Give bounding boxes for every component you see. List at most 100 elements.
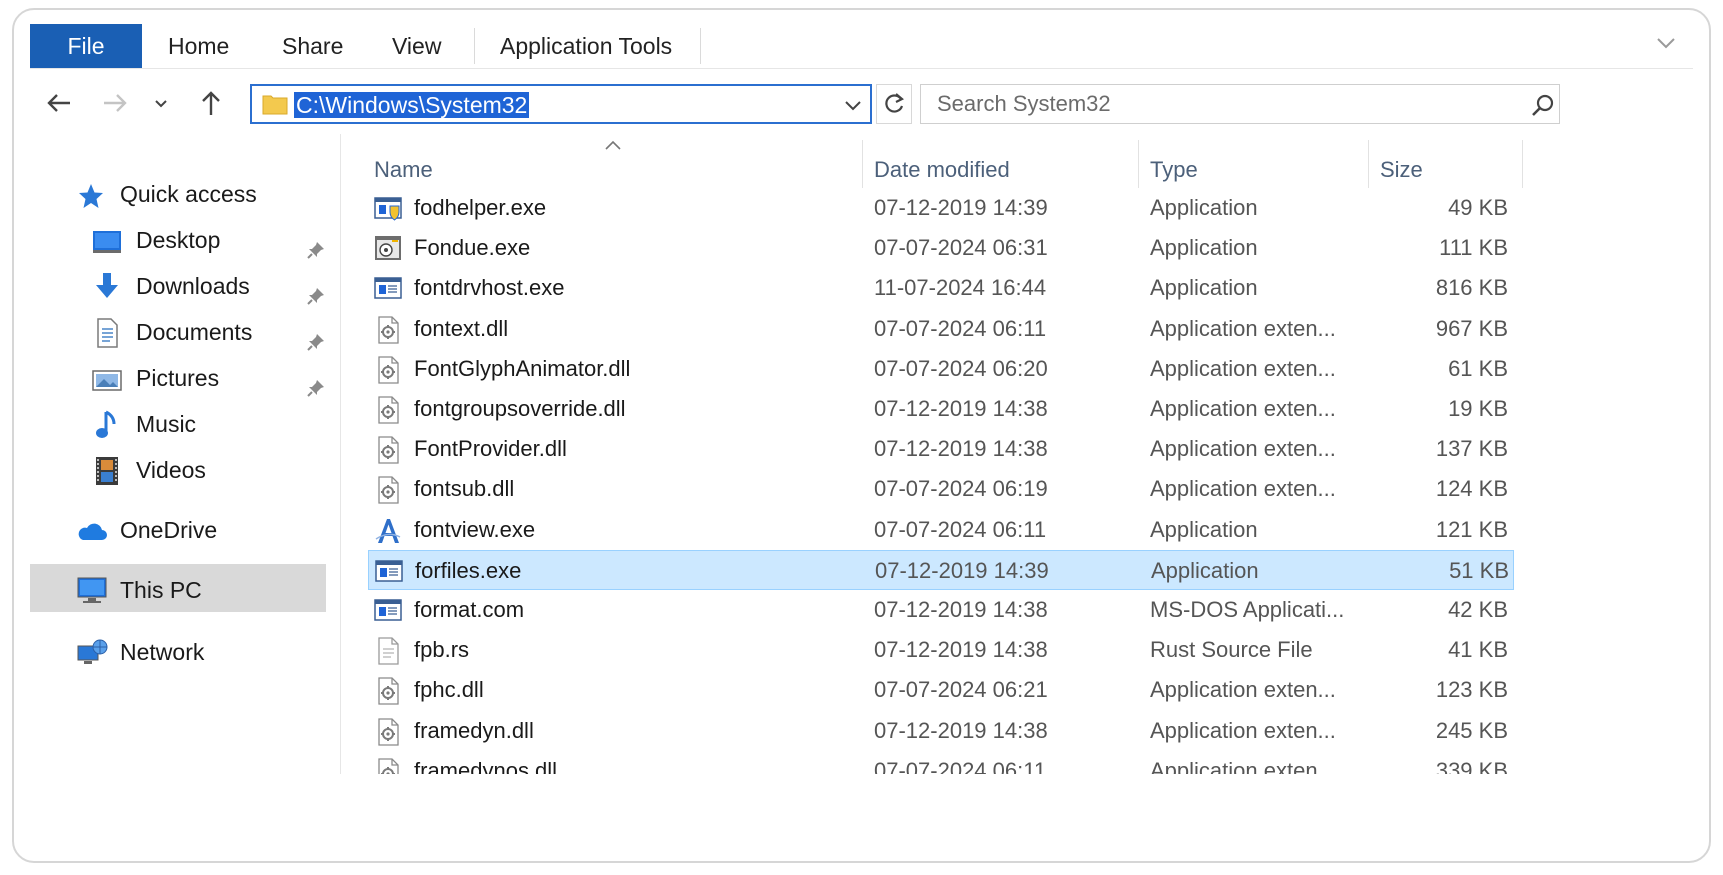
pane-divider[interactable]	[340, 134, 341, 774]
file-date-modified: 11-07-2024 16:44	[874, 275, 1047, 301]
file-name: forfiles.exe	[415, 557, 522, 583]
sidebar-item-pictures[interactable]: Pictures	[92, 356, 332, 400]
sidebar-item-onedrive[interactable]: OneDrive	[76, 508, 326, 552]
sidebar-item-music[interactable]: Music	[92, 402, 332, 446]
sidebar-item-label: Downloads	[136, 273, 250, 299]
dll-icon	[374, 356, 402, 384]
file-name: FontGlyphAnimator.dll	[414, 355, 631, 381]
sidebar-item-downloads[interactable]: Downloads	[92, 264, 332, 308]
pin-icon[interactable]	[306, 368, 326, 397]
sidebar-item-this-pc[interactable]: This PC	[76, 568, 326, 612]
table-row[interactable]: FontProvider.dll 07-12-2019 14:38 Applicat…	[368, 429, 1514, 469]
table-row[interactable]: fontext.dll 07-07-2024 06:11 Application e…	[368, 309, 1514, 349]
table-row[interactable]: fpb.rs 07-12-2019 14:38 Rust Source File 41…	[368, 630, 1514, 670]
sidebar-item-label: Pictures	[136, 365, 220, 391]
file-size: 967 KB	[1435, 315, 1508, 341]
refresh-button[interactable]	[876, 84, 912, 124]
tab-application-tools[interactable]: Application Tools	[496, 24, 676, 68]
expand-ribbon-chevron-icon[interactable]	[1653, 30, 1679, 56]
table-row[interactable]: fontview.exe 07-07-2024 06:11 Application 1…	[368, 510, 1514, 550]
file-name: Fondue.exe	[414, 235, 531, 261]
dll-icon	[374, 717, 402, 746]
file-name: fontview.exe	[414, 516, 536, 542]
file-date-modified: 07-07-2024 06:11	[874, 757, 1047, 774]
column-divider[interactable]	[1522, 140, 1523, 188]
search-placeholder[interactable]: Search System32	[937, 85, 1111, 123]
file-size: 137 KB	[1435, 436, 1508, 462]
file-date-modified: 07-12-2019 14:39	[874, 195, 1048, 220]
navigation-pane: Quick access Desktop Downloads Documents…	[14, 134, 340, 861]
sidebar-item-label: Network	[120, 639, 205, 665]
pin-icon[interactable]	[306, 322, 326, 351]
table-row[interactable]: fontsub.dll 07-07-2024 06:19 Application e…	[368, 469, 1514, 509]
file-date-modified: 07-12-2019 14:38	[874, 396, 1048, 421]
exe-icon	[374, 597, 402, 623]
file-date-modified: 07-07-2024 06:11	[874, 516, 1047, 542]
file-date-modified: 07-12-2019 14:38	[874, 717, 1048, 743]
table-row[interactable]: fontgroupsoverride.dll 07-12-2019 14:38 Ap…	[368, 389, 1514, 429]
address-path-text[interactable]: C:\Windows\System32	[294, 92, 530, 118]
table-row[interactable]: format.com 07-12-2019 14:38 MS-DOS Applica…	[368, 590, 1514, 630]
file-type: Application	[1150, 195, 1258, 220]
file-size: 124 KB	[1435, 476, 1508, 502]
table-row[interactable]: Fondue.exe 07-07-2024 06:31 Application 111…	[368, 228, 1514, 268]
up-arrow-icon[interactable]	[194, 86, 228, 120]
table-row[interactable]: FontGlyphAnimator.dll 07-07-2024 06:20 App…	[368, 349, 1514, 389]
file-name: framedynos.dll	[414, 757, 558, 774]
file-name: fodhelper.exe	[414, 195, 547, 220]
tab-file[interactable]: File	[30, 24, 142, 68]
pin-icon[interactable]	[306, 230, 326, 259]
table-row-selected[interactable]: forfiles.exe 07-12-2019 14:39 Application 5…	[368, 549, 1514, 590]
file-type: Application exten...	[1150, 436, 1336, 462]
search-icon[interactable]	[1531, 93, 1555, 117]
sidebar-item-documents[interactable]: Documents	[92, 310, 332, 354]
file-date-modified: 07-07-2024 06:11	[874, 315, 1047, 341]
refresh-icon	[885, 93, 904, 113]
dll-icon	[374, 476, 402, 505]
file-name: fontsub.dll	[414, 476, 515, 502]
sidebar-item-quick-access[interactable]: Quick access	[76, 172, 326, 216]
sidebar-item-label: OneDrive	[120, 517, 218, 543]
tab-share[interactable]: Share	[278, 24, 347, 68]
music-icon	[92, 410, 122, 438]
address-bar[interactable]: C:\Windows\System32	[250, 84, 872, 124]
column-divider[interactable]	[862, 140, 863, 188]
file-name: fontgroupsoverride.dll	[414, 396, 626, 421]
font-icon	[374, 517, 402, 543]
file-size: 51 KB	[1449, 557, 1509, 583]
column-header-type[interactable]: Type	[1150, 152, 1360, 188]
column-divider[interactable]	[1138, 140, 1139, 188]
sidebar-item-videos[interactable]: Videos	[92, 448, 332, 492]
column-header-size[interactable]: Size	[1380, 152, 1520, 188]
file-type: Application	[1150, 235, 1258, 261]
file-date-modified: 07-12-2019 14:39	[875, 557, 1049, 583]
tab-view[interactable]: View	[388, 24, 445, 68]
pin-icon[interactable]	[306, 276, 326, 305]
column-header-name[interactable]: Name	[374, 152, 854, 188]
table-row[interactable]: fontdrvhost.exe 11-07-2024 16:44 Applicati…	[368, 268, 1514, 308]
recent-locations-chevron-icon[interactable]	[148, 86, 174, 120]
tab-home[interactable]: Home	[164, 24, 233, 68]
sidebar-item-network[interactable]: Network	[76, 630, 326, 674]
file-size: 123 KB	[1435, 677, 1508, 703]
file-type: Rust Source File	[1150, 637, 1313, 663]
file-name: format.com	[414, 597, 525, 622]
file-type: Application exten...	[1150, 315, 1336, 341]
sidebar-item-desktop[interactable]: Desktop	[92, 218, 332, 262]
column-divider[interactable]	[1368, 140, 1369, 188]
back-arrow-icon[interactable]	[42, 86, 76, 120]
navigation-bar: C:\Windows\System32 Search System32	[14, 74, 1709, 130]
table-row[interactable]: fphc.dll 07-07-2024 06:21 Application exte…	[368, 670, 1514, 710]
file-date-modified: 07-07-2024 06:19	[874, 476, 1048, 502]
file-name: fontdrvhost.exe	[414, 275, 565, 301]
search-box[interactable]: Search System32	[920, 84, 1560, 124]
dll-icon	[374, 315, 402, 344]
address-dropdown-chevron-icon[interactable]	[842, 94, 864, 116]
file-type: MS-DOS Applicati...	[1150, 597, 1345, 622]
table-row[interactable]: framedyn.dll 07-12-2019 14:38 Application …	[368, 711, 1514, 751]
column-header-date-modified[interactable]: Date modified	[874, 152, 1134, 188]
table-row[interactable]: fodhelper.exe 07-12-2019 14:39 Application…	[368, 188, 1514, 228]
file-size: 339 KB	[1435, 757, 1508, 774]
table-row[interactable]: framedynos.dll 07-07-2024 06:11 Applicatio…	[368, 751, 1514, 774]
forward-arrow-icon[interactable]	[98, 86, 132, 120]
